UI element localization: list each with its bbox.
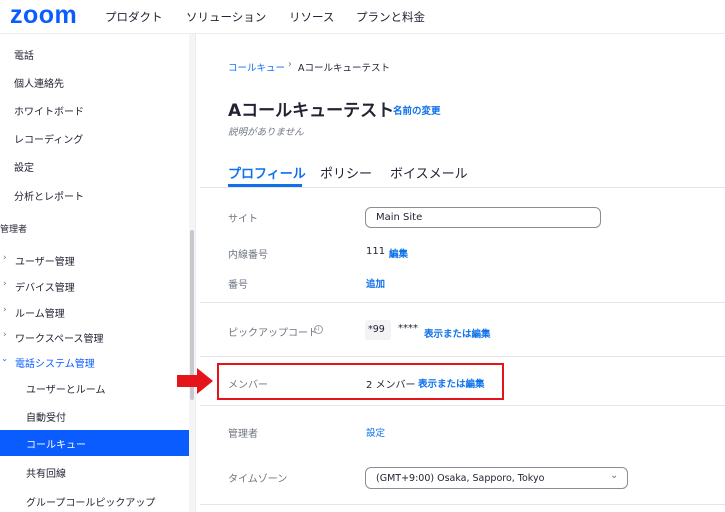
site-field[interactable]: Main Site (365, 207, 601, 228)
pickup-code-label: ピックアップコード (228, 328, 318, 339)
pickup-code-masked: **** (398, 323, 418, 334)
sidebar-item-users-rooms[interactable]: ユーザーとルーム (26, 381, 106, 396)
timezone-select[interactable]: (GMT+9:00) Osaka, Sapporo, Tokyo (365, 467, 628, 489)
section-divider (200, 302, 725, 303)
sidebar: 電話 個人連絡先 ホワイトボード レコーディング 設定 分析とレポート 管理者 … (0, 34, 196, 512)
sidebar-item-whiteboard[interactable]: ホワイトボード (14, 103, 84, 118)
sidebar-item-analytics[interactable]: 分析とレポート (14, 188, 84, 203)
sidebar-item-label: コールキュー (26, 440, 86, 451)
pickup-code-prefix: *99 (365, 320, 391, 340)
chevron-down-icon: › (0, 358, 9, 362)
sidebar-item-room-management[interactable]: ルーム管理 (15, 305, 65, 320)
sidebar-item-phone-system[interactable]: 電話システム管理 (15, 355, 95, 370)
chevron-down-icon: ⌄ (610, 470, 619, 481)
sidebar-item-user-management[interactable]: ユーザー管理 (15, 253, 75, 268)
sidebar-item-workspace-management[interactable]: ワークスペース管理 (15, 330, 104, 345)
breadcrumb-call-queue[interactable]: コールキュー (228, 60, 285, 74)
admin-label: 管理者 (228, 429, 258, 440)
zoom-logo[interactable]: zoom (10, 1, 77, 30)
page-description: 説明がありません (228, 127, 304, 138)
red-arrow-icon (177, 368, 213, 394)
sidebar-item-recording[interactable]: レコーディング (14, 131, 83, 146)
top-navigation-bar: zoom プロダクト ソリューション リソース プランと料金 (0, 0, 725, 34)
section-divider (200, 356, 725, 357)
sidebar-item-shared-lines[interactable]: 共有回線 (26, 465, 66, 480)
chevron-right-icon: › (3, 330, 7, 340)
sidebar-item-device-management[interactable]: デバイス管理 (15, 279, 75, 294)
nav-solutions[interactable]: ソリューション (186, 9, 266, 25)
site-label: サイト (228, 214, 258, 225)
timezone-label: タイムゾーン (228, 474, 288, 485)
extension-label: 内線番号 (228, 250, 268, 261)
sidebar-item-group-call-pickup[interactable]: グループコールピックアップ (26, 494, 155, 509)
breadcrumb-separator: › (288, 59, 292, 70)
pickup-code-view-edit-link[interactable]: 表示または編集 (424, 326, 491, 340)
tab-voicemail[interactable]: ボイスメール (390, 163, 468, 182)
rename-link[interactable]: 名前の変更 (393, 103, 441, 117)
tab-policy[interactable]: ポリシー (320, 163, 372, 182)
chevron-right-icon: › (3, 279, 7, 289)
admin-settings-link[interactable]: 設定 (366, 425, 385, 439)
section-divider (200, 504, 725, 505)
highlight-box (217, 363, 504, 400)
active-tab-indicator (228, 184, 302, 187)
chevron-right-icon: › (3, 305, 7, 315)
sidebar-item-contacts[interactable]: 個人連絡先 (14, 75, 64, 90)
info-icon[interactable]: i (314, 325, 323, 334)
sidebar-item-call-queue[interactable]: コールキュー (0, 430, 190, 456)
tabs-divider (200, 187, 725, 188)
sidebar-item-settings[interactable]: 設定 (14, 159, 34, 174)
nav-products[interactable]: プロダクト (105, 9, 163, 25)
breadcrumb-current: Aコールキューテスト (298, 63, 390, 74)
nav-plans-pricing[interactable]: プランと料金 (356, 9, 425, 25)
sidebar-item-phone[interactable]: 電話 (14, 47, 34, 62)
number-label: 番号 (228, 280, 248, 291)
extension-value: 111 (366, 246, 386, 257)
extension-edit-link[interactable]: 編集 (389, 246, 408, 260)
tab-profile[interactable]: プロフィール (228, 163, 306, 182)
nav-resources[interactable]: リソース (289, 9, 334, 25)
page-title: Aコールキューテスト (228, 101, 395, 121)
number-add-link[interactable]: 追加 (366, 276, 385, 290)
section-divider (200, 405, 725, 406)
sidebar-item-auto-receptionist[interactable]: 自動受付 (26, 409, 66, 424)
sidebar-admin-header: 管理者 (0, 225, 28, 235)
chevron-right-icon: › (3, 253, 7, 263)
